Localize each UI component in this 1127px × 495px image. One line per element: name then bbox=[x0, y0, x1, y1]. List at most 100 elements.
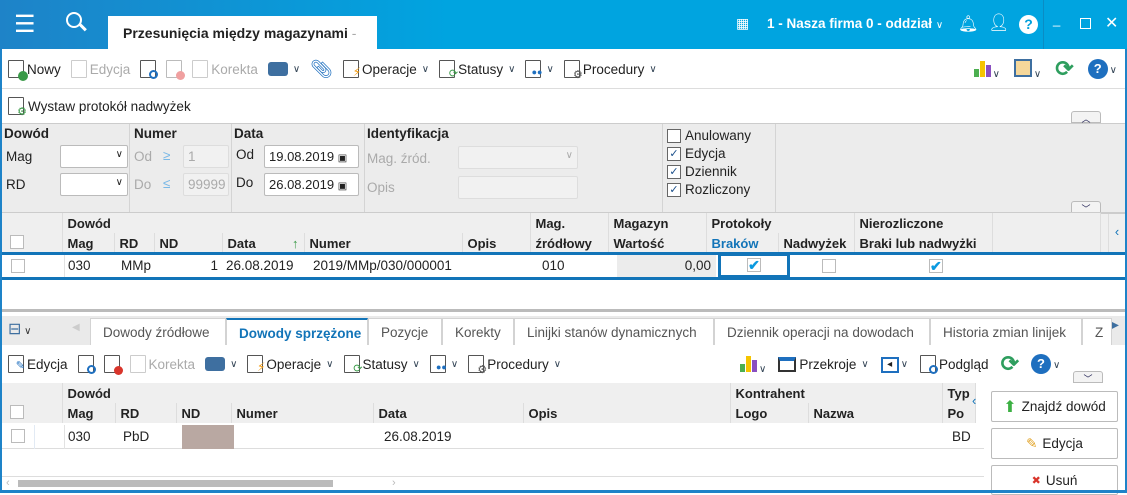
edit-button[interactable]: Edycja bbox=[70, 60, 130, 78]
tab-close[interactable]: - bbox=[352, 25, 357, 41]
bell-icon[interactable]: 🔔︎ bbox=[958, 14, 978, 34]
header-nd[interactable]: ND bbox=[154, 233, 223, 253]
operations-button[interactable]: ⚡︎ Operacje ∨ bbox=[247, 355, 334, 374]
checkbox-checked[interactable]: ✔ bbox=[929, 259, 943, 273]
table-row[interactable]: 030 PbD 26.08.2019 BD bbox=[2, 425, 984, 449]
delete-button[interactable] bbox=[103, 355, 123, 375]
filter-check-edycja[interactable]: ✓ Edycja bbox=[667, 145, 775, 163]
header-opis[interactable]: Opis bbox=[523, 403, 731, 423]
tab-0[interactable]: Dowody źródłowe bbox=[90, 318, 226, 345]
search-icon[interactable] bbox=[66, 12, 87, 32]
header-typ[interactable]: Typ bbox=[942, 383, 976, 403]
filter-check-dziennik[interactable]: ✓ Dziennik bbox=[667, 163, 775, 181]
mag-select[interactable]: ∨ bbox=[60, 145, 128, 168]
header-nd[interactable]: ND bbox=[176, 403, 232, 423]
checkbox[interactable]: ✓ bbox=[667, 183, 681, 198]
apps-icon[interactable]: ▦ bbox=[736, 15, 749, 32]
cell-brakow[interactable]: ✔ bbox=[718, 253, 790, 278]
workflow-button[interactable]: ●● ∨ bbox=[525, 60, 554, 78]
tab-1[interactable]: Dowody sprzężone bbox=[226, 318, 368, 345]
number-to-input[interactable]: 99999 bbox=[183, 173, 229, 196]
help-icon[interactable]: ? bbox=[1019, 15, 1038, 34]
calendar-icon[interactable]: ▣ bbox=[338, 153, 347, 164]
refresh-icon[interactable]: ⟳ bbox=[1001, 351, 1019, 377]
tab-3[interactable]: Korekty bbox=[442, 318, 514, 345]
new-button[interactable]: Nowy bbox=[8, 60, 61, 81]
checkbox-checked[interactable]: ✔ bbox=[747, 258, 761, 272]
menu-icon[interactable]: ☰ bbox=[14, 10, 36, 39]
correction-button[interactable]: Korekta bbox=[129, 355, 195, 373]
charts-button[interactable]: ∨ bbox=[740, 354, 766, 375]
print-button[interactable]: ∨ bbox=[205, 357, 237, 371]
calendar-icon[interactable]: ▣ bbox=[338, 181, 347, 192]
number-from-input[interactable]: 1 bbox=[183, 145, 229, 168]
document-tab[interactable]: Przesunięcia między magazynami - bbox=[108, 16, 377, 49]
procedures-button[interactable]: ⚙ Procedury ∨ bbox=[563, 60, 657, 81]
tab-6[interactable]: Historia zmian linijek bbox=[930, 318, 1082, 345]
select-all-checkbox[interactable] bbox=[10, 234, 24, 249]
charts-button[interactable]: ∨ bbox=[973, 59, 1000, 80]
header-wartosc[interactable]: Wartość bbox=[608, 233, 707, 253]
side-edit-button[interactable]: ✎ Edycja bbox=[991, 428, 1118, 459]
horizontal-scrollbar[interactable]: ‹ › bbox=[2, 476, 984, 490]
scrollbar-thumb[interactable] bbox=[18, 480, 333, 487]
filter-check-rozliczony[interactable]: ✓ Rozliczony bbox=[667, 181, 775, 199]
date-to-input[interactable]: 26.08.2019 ▣ bbox=[264, 173, 359, 196]
header-rd[interactable]: RD bbox=[115, 403, 177, 423]
tab-2[interactable]: Pozycje bbox=[368, 318, 442, 345]
header-rd[interactable]: RD bbox=[114, 233, 155, 253]
edit-button[interactable]: ✎ Edycja bbox=[8, 355, 68, 373]
header-numer[interactable]: Numer bbox=[304, 233, 463, 253]
filter-check-anulowany[interactable]: Anulowany bbox=[667, 127, 775, 145]
cell-braki[interactable]: ✔ bbox=[929, 259, 943, 274]
maximize-button[interactable] bbox=[1080, 18, 1091, 29]
procedures-button[interactable]: ⚙ Procedury ∨ bbox=[468, 355, 561, 376]
help-button[interactable]: ? ∨ bbox=[1031, 354, 1060, 374]
select-all-checkbox[interactable] bbox=[10, 404, 24, 419]
expand-button[interactable]: ﹀ bbox=[1073, 371, 1103, 384]
date-from-input[interactable]: 19.08.2019 ▣ bbox=[264, 145, 359, 168]
header-data[interactable]: Data bbox=[373, 403, 524, 423]
statuses-button[interactable]: ⟳ Statusy ∨ bbox=[439, 60, 515, 80]
tab-5[interactable]: Dziennik operacji na dowodach bbox=[714, 318, 930, 345]
mag-src-select[interactable]: ∨ bbox=[458, 146, 578, 169]
header-mag[interactable]: Mag bbox=[62, 403, 116, 423]
table-row[interactable]: 030 MMp 1 26.08.2019 2019/MMp/030/000001… bbox=[2, 253, 1125, 278]
header-mag-src-2[interactable]: źródłowy bbox=[530, 233, 609, 253]
print-button[interactable]: ∨ bbox=[267, 62, 300, 76]
close-button[interactable]: ✕ bbox=[1105, 13, 1118, 33]
header-mag-src[interactable]: Mag. bbox=[530, 213, 609, 233]
attachment-button[interactable]: 📎︎ bbox=[310, 59, 333, 80]
sections-button[interactable]: Przekroje ∨ bbox=[778, 356, 869, 372]
minimize-button[interactable]: _ bbox=[1053, 12, 1060, 27]
header-data[interactable]: Data ↑ bbox=[222, 233, 305, 253]
operations-button[interactable]: ⚡︎ Operacje ∨ bbox=[343, 60, 429, 79]
header-brakow[interactable]: Braków bbox=[706, 233, 779, 253]
statuses-button[interactable]: ⟳ Statusy ∨ bbox=[343, 355, 420, 375]
header-magazyn[interactable]: Magazyn bbox=[608, 213, 707, 233]
settings-button[interactable]: ∨ bbox=[1013, 58, 1041, 80]
tabs-scroll-right[interactable]: ▶ bbox=[1111, 320, 1119, 331]
view-options-icon[interactable]: ⊟ ∨ bbox=[8, 319, 32, 339]
cell-nadwyzek[interactable] bbox=[822, 259, 836, 276]
scroll-left-icon[interactable]: ‹ bbox=[1108, 214, 1125, 252]
opis-input[interactable] bbox=[458, 176, 578, 199]
navigate-button[interactable]: ◂ ∨ bbox=[880, 355, 908, 373]
header-opis[interactable]: Opis bbox=[462, 233, 531, 253]
scroll-left-icon[interactable]: ‹ bbox=[972, 383, 984, 423]
rd-select[interactable]: ∨ bbox=[60, 173, 128, 196]
header-numer[interactable]: Numer bbox=[231, 403, 374, 423]
refresh-icon[interactable]: ⟳ bbox=[1055, 56, 1073, 82]
user-icon[interactable]: 👤︎ bbox=[988, 13, 1010, 33]
header-mag[interactable]: Mag bbox=[62, 233, 115, 253]
tab-4[interactable]: Linijki stanów dynamicznych bbox=[514, 318, 714, 345]
header-nadwyzek[interactable]: Nadwyżek bbox=[778, 233, 855, 253]
row-checkbox[interactable] bbox=[11, 259, 25, 273]
checkbox-unchecked[interactable] bbox=[822, 259, 836, 273]
splitter[interactable] bbox=[2, 309, 1125, 312]
podglad-button[interactable]: Podgląd bbox=[920, 355, 989, 374]
correction-button[interactable]: Korekta bbox=[192, 60, 258, 78]
company-selector[interactable]: 1 - Nasza firma 0 - oddział ∨ bbox=[767, 16, 943, 31]
checkbox[interactable]: ✓ bbox=[667, 147, 681, 162]
preview-button[interactable] bbox=[77, 355, 96, 374]
